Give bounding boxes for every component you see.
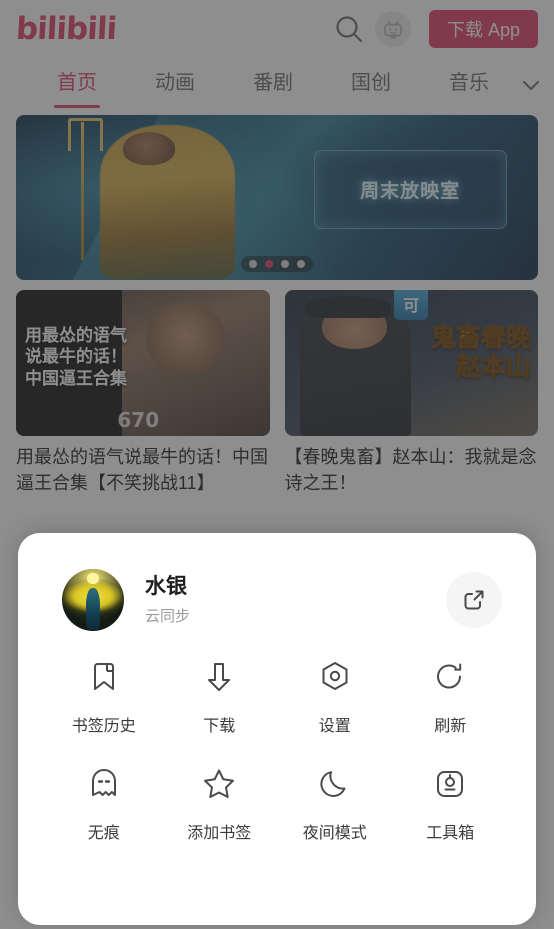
action-refresh[interactable]: 刷新 [393, 655, 509, 736]
profile-text: 水银 云同步 [145, 574, 446, 626]
action-label: 添加书签 [187, 825, 252, 842]
action-label: 书签历史 [71, 718, 136, 735]
avatar-halo [87, 573, 99, 584]
action-label: 刷新 [434, 718, 467, 735]
action-label: 下载 [203, 718, 236, 735]
star-add-bookmark-icon [197, 762, 241, 806]
action-grid-row: 书签历史 下载 设置 刷新 [46, 655, 508, 736]
action-toolbox[interactable]: 工具箱 [393, 762, 509, 843]
share-external-icon [461, 587, 487, 613]
action-settings[interactable]: 设置 [277, 655, 393, 736]
avatar-body [85, 587, 101, 630]
action-label: 工具箱 [426, 825, 475, 842]
action-incognito[interactable]: 无痕 [46, 762, 162, 843]
bookmark-history-icon [82, 655, 126, 699]
moon-night-mode-icon [313, 762, 357, 806]
action-bookmark-history[interactable]: 书签历史 [46, 655, 162, 736]
action-night-mode[interactable]: 夜间模式 [277, 762, 393, 843]
profile-row[interactable]: 水银 云同步 [18, 533, 536, 631]
action-grid-row: 无痕 添加书签 夜间模式 工具箱 [46, 762, 508, 843]
action-add-bookmark[interactable]: 添加书签 [162, 762, 278, 843]
action-download[interactable]: 下载 [162, 655, 278, 736]
incognito-ghost-icon [82, 762, 126, 806]
action-label: 设置 [318, 718, 351, 735]
refresh-icon [428, 655, 472, 699]
download-arrow-icon [197, 655, 241, 699]
avatar[interactable] [62, 569, 124, 631]
browser-menu-sheet: 水银 云同步 书签历史 下载 设置 刷新 无痕 添加书签 夜间模式 工具箱 [18, 533, 536, 925]
share-button[interactable] [446, 572, 502, 628]
action-grid: 书签历史 下载 设置 刷新 无痕 添加书签 夜间模式 工具箱 [18, 655, 536, 843]
toolbox-icon [428, 762, 472, 806]
settings-hexagon-icon [313, 655, 357, 699]
profile-name: 水银 [145, 574, 187, 598]
action-label: 夜间模式 [302, 825, 367, 842]
action-label: 无痕 [87, 825, 120, 842]
app-root: bilibili [0, 0, 554, 929]
profile-subtitle: 云同步 [145, 608, 191, 626]
